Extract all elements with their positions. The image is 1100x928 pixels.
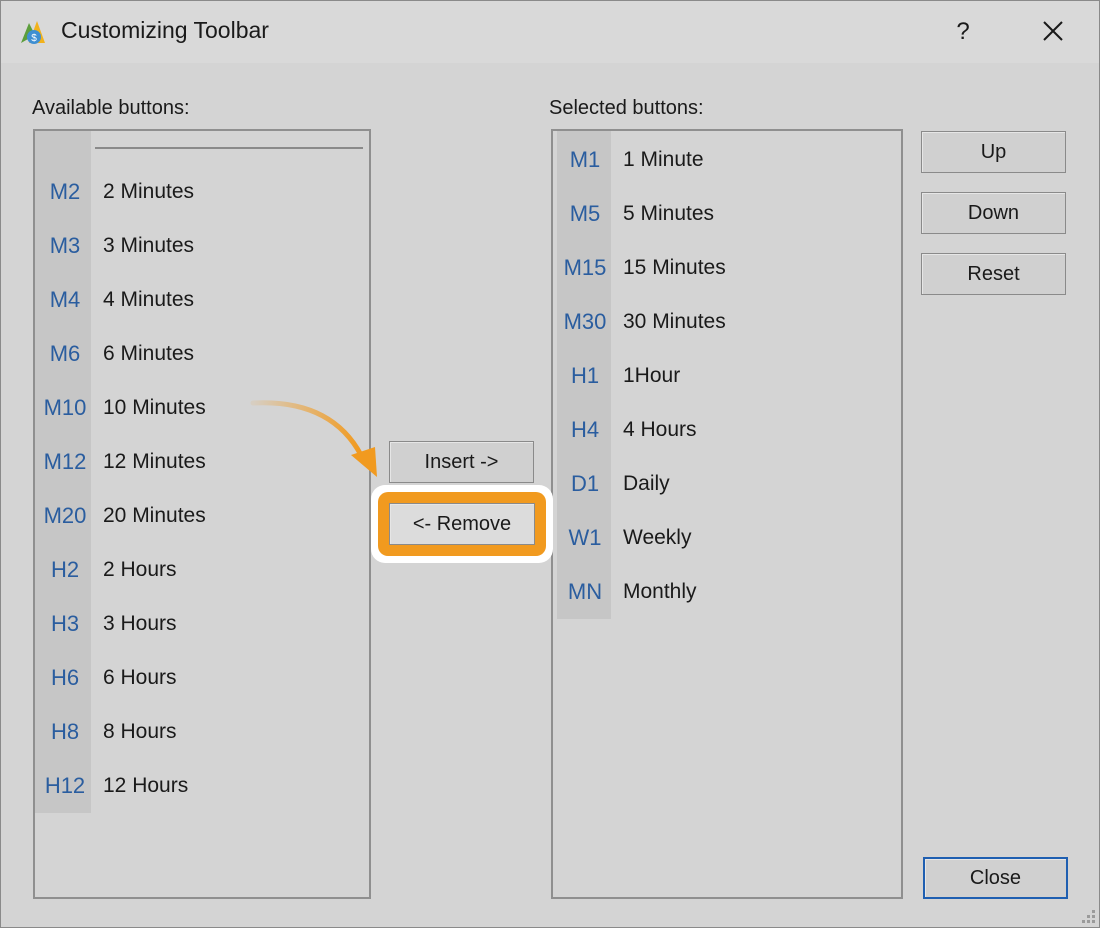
list-item[interactable]: H1 1Hour (553, 349, 883, 403)
timeframe-code: M1 (569, 147, 601, 172)
svg-text:$: $ (31, 33, 37, 44)
timeframe-code: W1 (568, 525, 602, 550)
timeframe-name: 3 Minutes (103, 234, 195, 257)
selected-buttons-label: Selected buttons: (549, 97, 704, 119)
timeframe-name: 3 Hours (103, 612, 177, 635)
close-button[interactable]: Close (923, 857, 1068, 899)
down-button[interactable]: Down (921, 192, 1066, 234)
timeframe-code: M5 (569, 201, 601, 226)
list-item[interactable]: H8 8 Hours (35, 705, 365, 759)
list-item[interactable]: M20 20 Minutes (35, 489, 365, 543)
metatrader-app-icon: $ (21, 21, 45, 44)
selected-buttons-list[interactable]: M1 1 Minute M5 5 Minutes M15 15 Minutes M30 30 … (551, 129, 903, 899)
timeframe-name: Weekly (623, 526, 692, 549)
timeframe-name: 12 Hours (103, 774, 189, 797)
timeframe-name: 1Hour (623, 364, 681, 387)
timeframe-code: M30 (563, 309, 607, 334)
insert-button[interactable]: Insert -> (389, 441, 534, 483)
timeframe-code: M6 (49, 341, 81, 366)
available-buttons-label: Available buttons: (32, 97, 190, 119)
timeframe-code: M2 (49, 179, 81, 204)
timeframe-name: 6 Minutes (103, 342, 195, 365)
help-button[interactable]: ? (945, 13, 981, 51)
timeframe-name: 4 Minutes (103, 288, 195, 311)
list-item[interactable]: H3 3 Hours (35, 597, 365, 651)
timeframe-code: M10 (43, 395, 87, 420)
remove-button[interactable]: <- Remove (389, 503, 535, 545)
resize-grip-icon[interactable] (1079, 907, 1097, 925)
timeframe-name: 2 Hours (103, 558, 177, 581)
timeframe-name: 8 Hours (103, 720, 177, 743)
timeframe-name: 15 Minutes (623, 256, 726, 279)
arrow-annotation-icon (250, 400, 377, 477)
timeframe-code: H8 (50, 719, 80, 744)
timeframe-code: MN (567, 579, 603, 604)
list-item[interactable]: H6 6 Hours (35, 651, 365, 705)
timeframe-code: H3 (50, 611, 80, 636)
timeframe-name: 12 Minutes (103, 450, 206, 473)
timeframe-name: 1 Minute (623, 148, 704, 171)
timeframe-code: H4 (570, 417, 600, 442)
timeframe-name: 4 Hours (623, 418, 697, 441)
list-item[interactable]: M2 2 Minutes (35, 165, 365, 219)
timeframe-code: M12 (43, 449, 87, 474)
close-icon[interactable] (1031, 11, 1075, 53)
timeframe-code: M20 (43, 503, 87, 528)
customizing-toolbar-dialog: $ Customizing Toolbar ? Available button… (0, 0, 1100, 928)
up-button[interactable]: Up (921, 131, 1066, 173)
list-item[interactable]: H4 4 Hours (553, 403, 883, 457)
list-item[interactable]: M4 4 Minutes (35, 273, 365, 327)
timeframe-name: Daily (623, 472, 670, 495)
timeframe-name: Monthly (623, 580, 697, 603)
list-item[interactable]: M30 30 Minutes (553, 295, 883, 349)
timeframe-code: M4 (49, 287, 81, 312)
window-title: Customizing Toolbar (61, 17, 269, 43)
list-item[interactable]: H2 2 Hours (35, 543, 365, 597)
list-item[interactable]: W1 Weekly (553, 511, 883, 565)
reset-button[interactable]: Reset (921, 253, 1066, 295)
timeframe-name: 2 Minutes (103, 180, 195, 203)
list-item[interactable]: M15 15 Minutes (553, 241, 883, 295)
list-item[interactable]: M3 3 Minutes (35, 219, 365, 273)
timeframe-code: H2 (50, 557, 80, 582)
timeframe-code: M15 (563, 255, 607, 280)
list-item[interactable]: M1 1 Minute (553, 133, 883, 187)
timeframe-code: H1 (570, 363, 600, 388)
title-bar: $ Customizing Toolbar ? (1, 1, 1099, 63)
timeframe-code: H6 (50, 665, 80, 690)
timeframe-code: H12 (44, 773, 86, 798)
timeframe-name: 5 Minutes (623, 202, 715, 225)
separator-item[interactable] (95, 147, 363, 149)
timeframe-name: 20 Minutes (103, 504, 206, 527)
list-item[interactable]: MN Monthly (553, 565, 883, 619)
list-item[interactable]: M5 5 Minutes (553, 187, 883, 241)
list-item[interactable]: D1 Daily (553, 457, 883, 511)
timeframe-name: 6 Hours (103, 666, 177, 689)
list-item[interactable]: M6 6 Minutes (35, 327, 365, 381)
timeframe-name: 30 Minutes (623, 310, 726, 333)
timeframe-code: M3 (49, 233, 81, 258)
timeframe-code: D1 (570, 471, 600, 496)
timeframe-name: 10 Minutes (103, 396, 206, 419)
list-item[interactable]: H12 12 Hours (35, 759, 365, 813)
available-buttons-list[interactable]: M2 2 Minutes M3 3 Minutes M4 4 Minutes M6 6 Min… (33, 129, 371, 899)
